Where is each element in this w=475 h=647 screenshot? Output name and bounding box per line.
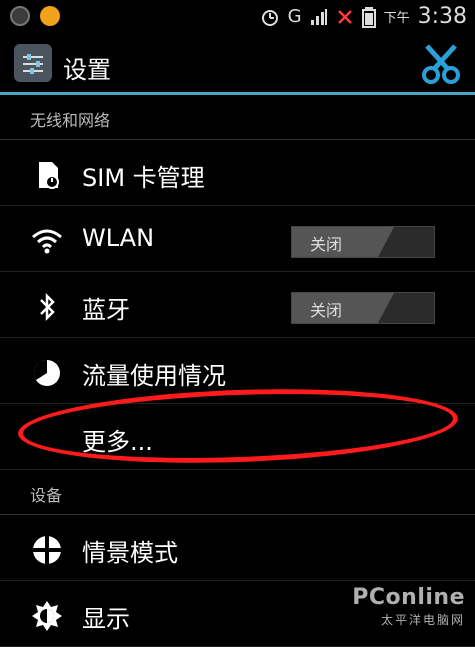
section-title: 设备	[30, 486, 63, 505]
action-bar: 设置	[0, 34, 475, 94]
setting-label: 显示	[82, 605, 130, 633]
setting-label: SIM 卡管理	[82, 164, 205, 192]
setting-label: WLAN	[82, 224, 155, 252]
toggle-knob: 关闭	[292, 293, 378, 323]
notification-icon	[10, 6, 30, 26]
bluetooth-toggle[interactable]: 关闭	[291, 292, 435, 324]
section-header-wireless: 无线和网络	[0, 95, 475, 140]
signal-icon	[310, 8, 327, 25]
setting-label: 蓝牙	[82, 296, 130, 324]
clock: 3:38	[417, 4, 467, 29]
watermark-subtitle: 太平洋电脑网	[380, 613, 465, 627]
brightness-icon	[30, 599, 64, 633]
toggle-state-label: 关闭	[310, 235, 343, 254]
bluetooth-icon	[30, 290, 64, 324]
settings-app-icon[interactable]	[14, 44, 52, 82]
battery-icon	[361, 6, 376, 28]
toggle-state-label: 关闭	[310, 301, 343, 320]
status-right-icons: G 下午 3:38	[260, 4, 467, 29]
setting-item-sim[interactable]: SIM 卡管理	[0, 140, 475, 206]
scissors-icon[interactable]	[419, 42, 463, 86]
alarm-icon	[261, 9, 278, 26]
setting-label: 流量使用情况	[82, 362, 226, 390]
setting-label: 情景模式	[82, 539, 178, 567]
no-sim-icon	[337, 9, 352, 24]
network-type: G	[287, 6, 302, 27]
page-title: 设置	[63, 56, 111, 84]
app-notification-icon	[40, 6, 60, 26]
setting-item-profiles[interactable]: 情景模式	[0, 515, 475, 581]
status-left-icons	[10, 6, 60, 26]
data-usage-icon	[30, 356, 64, 390]
time-period: 下午	[383, 11, 410, 26]
status-bar: G 下午 3:38	[0, 0, 475, 34]
toggle-knob: 关闭	[292, 227, 378, 257]
section-title: 无线和网络	[30, 111, 111, 130]
watermark: PConline 太平洋电脑网	[350, 585, 465, 629]
settings-list: 无线和网络 SIM 卡管理 WLAN 关闭 蓝牙 关闭 流量使用情况 更多...…	[0, 95, 475, 647]
section-header-device: 设备	[0, 470, 475, 515]
setting-item-wlan[interactable]: WLAN 关闭	[0, 206, 475, 272]
toggle-slant	[378, 293, 394, 323]
setting-item-bluetooth[interactable]: 蓝牙 关闭	[0, 272, 475, 338]
sim-card-icon	[30, 158, 64, 192]
wlan-toggle[interactable]: 关闭	[291, 226, 435, 258]
profiles-icon	[30, 533, 64, 567]
watermark-brand: PConline	[352, 585, 465, 610]
toggle-slant	[378, 227, 394, 257]
wifi-icon	[30, 224, 64, 258]
